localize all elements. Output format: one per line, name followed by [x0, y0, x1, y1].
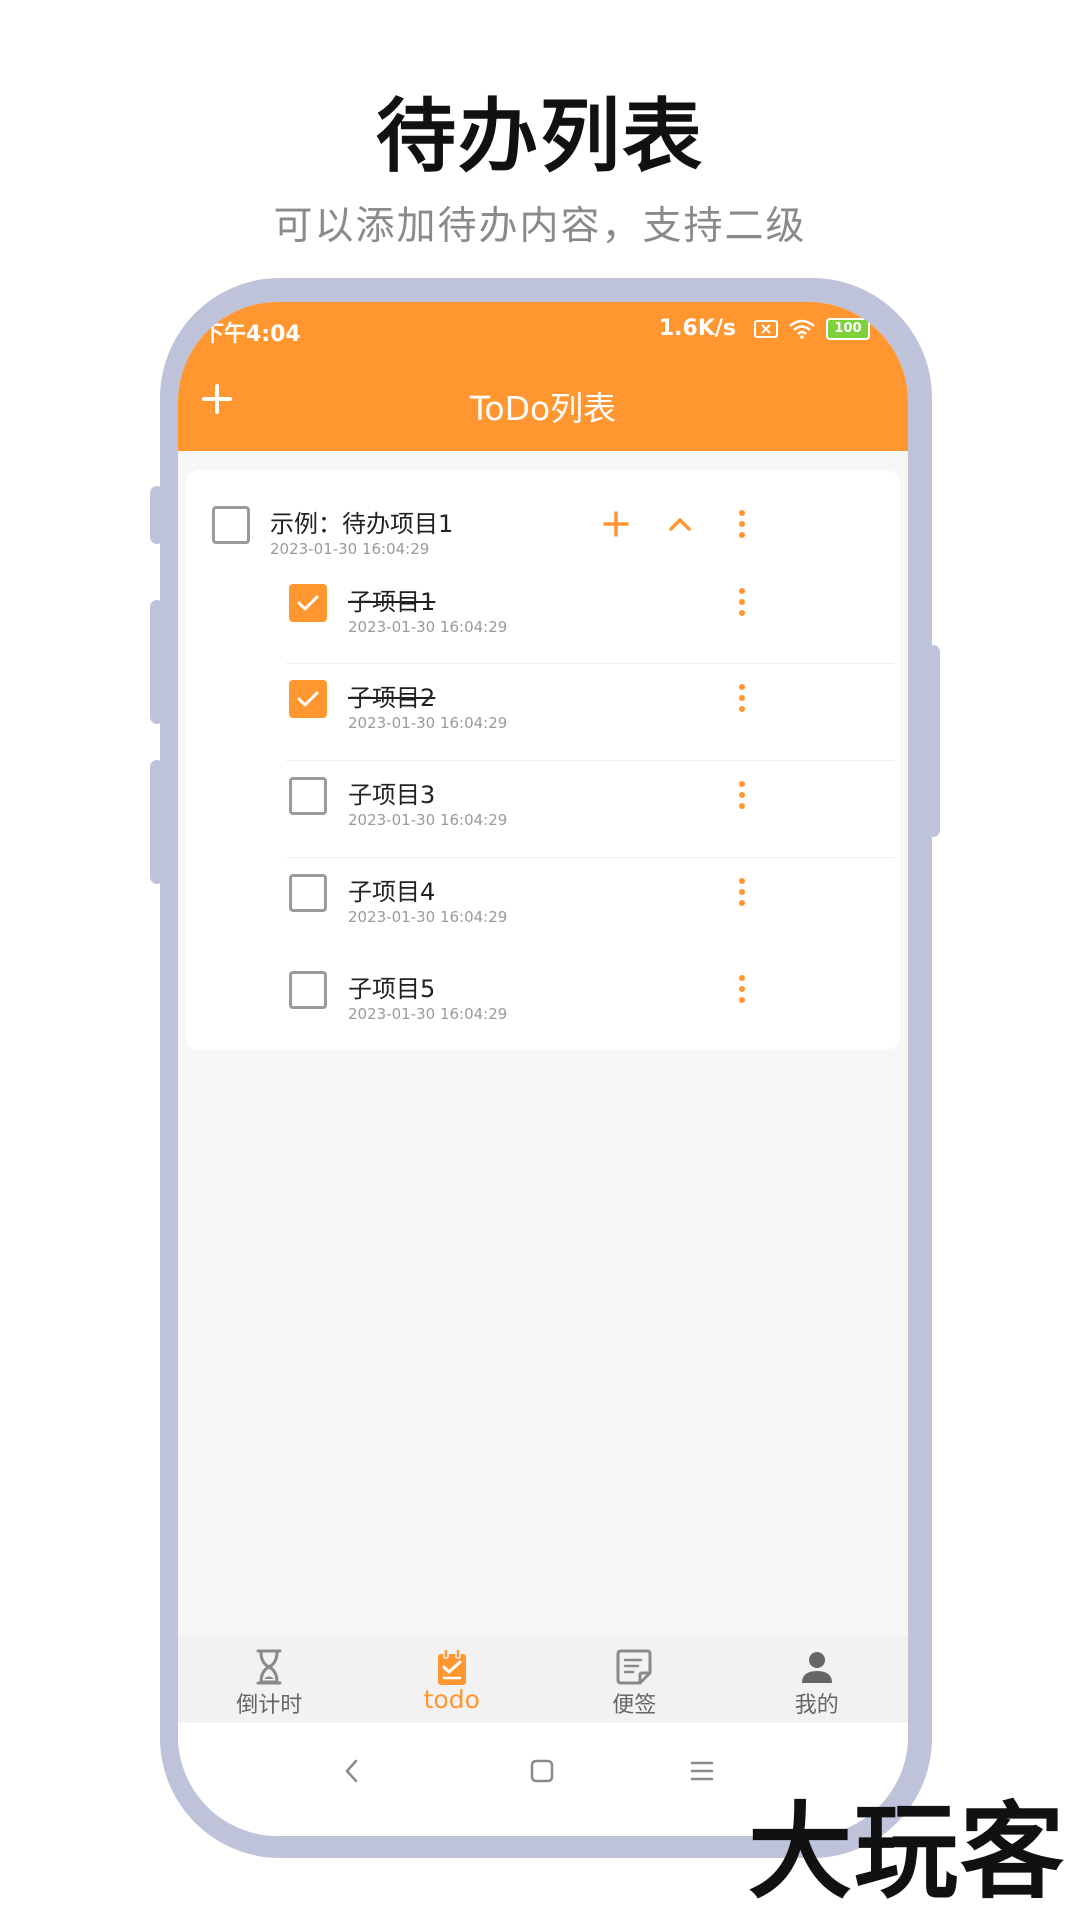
parent-title: 示例：待办项目1 [270, 510, 454, 538]
chevron-up-icon [669, 518, 691, 531]
home-square-icon [530, 1759, 554, 1783]
person-icon [801, 1652, 832, 1683]
hourglass-icon [256, 1649, 282, 1685]
child-title: 子项目3 [348, 781, 436, 809]
more-options-button[interactable] [720, 870, 764, 914]
child-checkbox[interactable] [289, 680, 327, 718]
child-title: 子项目4 [348, 878, 436, 906]
nav-item-todo[interactable]: todo [361, 1635, 544, 1723]
child-checkbox[interactable] [289, 777, 327, 815]
promo-subtitle: 可以添加待办内容，支持二级 [273, 204, 807, 249]
phone-side-button [926, 645, 940, 837]
app-header: 下午4:04 1.6K/s 100 ToDo列表 [178, 302, 908, 451]
child-title: 子项目2 [348, 684, 436, 712]
more-options-button[interactable] [720, 580, 764, 624]
phone-screen: 下午4:04 1.6K/s 100 ToDo列表 示例：待办项目1 2023-0… [178, 302, 908, 1836]
more-options-button[interactable] [720, 502, 764, 546]
wifi-icon [789, 319, 815, 339]
sim-icon [754, 320, 778, 338]
collapse-button[interactable] [658, 502, 702, 546]
system-menu-button[interactable] [682, 1751, 722, 1791]
nav-label: 我的 [794, 1693, 839, 1718]
promo-title: 待办列表 [376, 90, 704, 183]
child-title: 子项目1 [348, 588, 436, 616]
status-icons: 100 [754, 318, 890, 340]
phone-side-button [150, 760, 164, 884]
bottom-nav: 倒计时 todo 便签 我的 [178, 1635, 908, 1723]
more-vertical-icon [739, 878, 745, 906]
back-icon [345, 1759, 358, 1783]
child-time: 2023-01-30 16:04:29 [348, 618, 508, 636]
nav-label: 倒计时 [236, 1693, 303, 1718]
add-subitem-button[interactable] [594, 502, 638, 546]
more-vertical-icon [739, 510, 745, 538]
more-options-button[interactable] [720, 773, 764, 817]
todo-parent-row[interactable]: 示例：待办项目1 2023-01-30 16:04:29 [186, 470, 900, 566]
check-icon [297, 691, 319, 707]
more-options-button[interactable] [720, 676, 764, 720]
child-checkbox[interactable] [289, 971, 327, 1009]
todo-card: 示例：待办项目1 2023-01-30 16:04:29 子项目1 2023-0… [186, 470, 900, 1050]
nav-label: 便签 [612, 1693, 657, 1718]
check-icon [297, 595, 319, 611]
todo-child-row[interactable]: 子项目2 2023-01-30 16:04:29 [186, 650, 900, 746]
more-vertical-icon [739, 684, 745, 712]
todo-child-row[interactable]: 子项目5 2023-01-30 16:04:29 [186, 941, 900, 1037]
system-back-button[interactable] [332, 1751, 372, 1791]
child-checkbox[interactable] [289, 584, 327, 622]
plus-icon [603, 511, 629, 537]
child-time: 2023-01-30 16:04:29 [348, 1005, 508, 1023]
child-time: 2023-01-30 16:04:29 [348, 908, 508, 926]
child-time: 2023-01-30 16:04:29 [348, 811, 508, 829]
nav-item-notes[interactable]: 便签 [543, 1635, 726, 1723]
system-home-button[interactable] [522, 1751, 562, 1791]
watermark-logo: 大玩客 [748, 1791, 1067, 1913]
child-title: 子项目5 [348, 975, 436, 1003]
todo-child-row[interactable]: 子项目1 2023-01-30 16:04:29 [186, 554, 900, 650]
charging-icon [881, 320, 889, 338]
todo-child-row[interactable]: 子项目4 2023-01-30 16:04:29 [186, 844, 900, 940]
status-bar: 下午4:04 1.6K/s 100 [178, 302, 908, 358]
nav-item-countdown[interactable]: 倒计时 [178, 1635, 361, 1723]
more-options-button[interactable] [720, 967, 764, 1011]
phone-side-button [150, 600, 164, 724]
parent-checkbox[interactable] [212, 506, 250, 544]
more-vertical-icon [739, 781, 745, 809]
network-speed: 1.6K/s [658, 316, 736, 341]
child-checkbox[interactable] [289, 874, 327, 912]
phone-side-button [150, 486, 164, 544]
nav-item-profile[interactable]: 我的 [726, 1635, 909, 1723]
todo-child-row[interactable]: 子项目3 2023-01-30 16:04:29 [186, 747, 900, 843]
more-vertical-icon [739, 975, 745, 1003]
clipboard-check-icon [437, 1648, 466, 1685]
battery-icon: 100 [826, 318, 870, 340]
status-time: 下午4:04 [202, 322, 301, 347]
note-icon [616, 1649, 652, 1685]
menu-icon [690, 1761, 714, 1781]
page-title: ToDo列表 [469, 389, 617, 428]
more-vertical-icon [739, 588, 745, 616]
nav-label: todo [423, 1685, 480, 1714]
child-time: 2023-01-30 16:04:29 [348, 714, 508, 732]
